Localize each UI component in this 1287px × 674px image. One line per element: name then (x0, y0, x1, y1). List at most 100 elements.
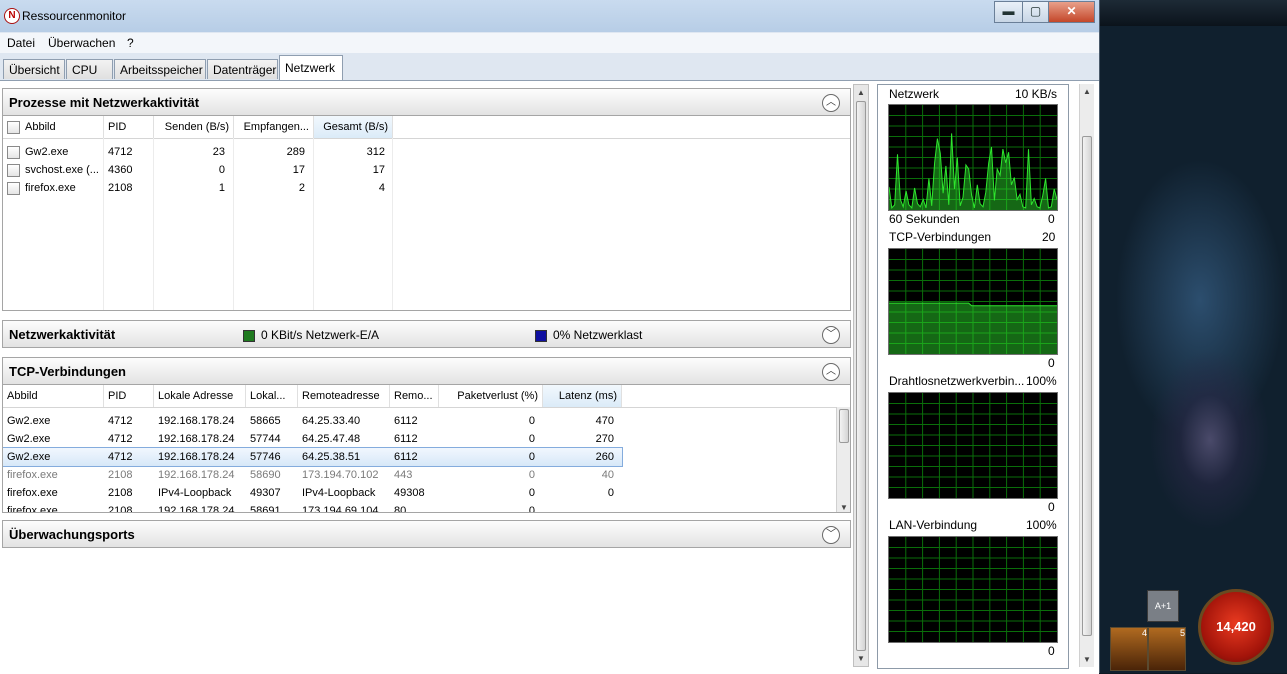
col-empfangen[interactable]: Empfangen... (234, 116, 314, 138)
processes-section-header[interactable]: Prozesse mit Netzwerkaktivität ︿ (2, 88, 851, 116)
col-abbild[interactable]: Abbild (3, 116, 104, 138)
scroll-up-icon[interactable]: ▲ (1080, 87, 1094, 96)
menu-bar: Datei Überwachen ? (0, 33, 1099, 53)
tab-uebersicht[interactable]: Übersicht (3, 59, 65, 79)
select-all-checkbox[interactable] (7, 120, 20, 134)
chart-network-min: 0 (1048, 212, 1055, 226)
skill-slot[interactable]: 5 (1148, 627, 1186, 671)
chevron-up-icon[interactable]: ︿ (822, 363, 840, 381)
charts-panel: Netzwerk 10 KB/s 60 Sekunden 0 TCP-Verbi… (877, 84, 1069, 669)
table-row[interactable]: firefox.exe 2108 IPv4-Loopback 49307 IPv… (3, 484, 850, 502)
scroll-up-icon[interactable]: ▲ (854, 88, 868, 97)
tcp-series-area (889, 303, 1057, 354)
table-row[interactable]: svchost.exe (... 4360 0 17 17 (3, 161, 850, 179)
tcp-table: Abbild PID Lokale Adresse Lokal... Remot… (2, 385, 851, 513)
table-row[interactable]: Gw2.exe 4712 192.168.178.24 58665 64.25.… (3, 412, 850, 430)
network-activity-section-header[interactable]: Netzwerkaktivität 0 KBit/s Netzwerk-E/A … (2, 320, 851, 348)
processes-section-title: Prozesse mit Netzwerkaktivität (9, 95, 200, 110)
table-row[interactable]: Gw2.exe 4712 192.168.178.24 57744 64.25.… (3, 430, 850, 448)
table-row-selected[interactable]: Gw2.exe 4712 192.168.178.24 57746 64.25.… (3, 447, 623, 467)
tcp-chart-svg (889, 249, 1057, 354)
menu-ueberwachen[interactable]: Überwachen (48, 36, 115, 50)
tab-arbeitsspeicher[interactable]: Arbeitsspeicher (114, 59, 206, 79)
charts-scrollbar[interactable]: ▲ ▼ (1079, 84, 1094, 667)
col-senden[interactable]: Senden (B/s) (154, 116, 234, 138)
network-load-swatch (535, 329, 547, 342)
chart-tcp-min: 0 (1048, 356, 1055, 370)
tcp-table-scrollbar[interactable]: ▲ ▼ (836, 407, 850, 512)
chevron-up-icon[interactable]: ︿ (822, 94, 840, 112)
main-scrollbar[interactable]: ▲ ▼ (853, 84, 869, 667)
chart-wireless (888, 392, 1058, 499)
tab-strip: Übersicht CPU Arbeitsspeicher Datenträge… (0, 54, 1099, 80)
chart-lan-max: 100% (1026, 518, 1057, 532)
chevron-down-icon[interactable]: ﹀ (822, 526, 840, 544)
col-abbild[interactable]: Abbild (3, 385, 104, 407)
resource-monitor-window: N Ressourcenmonitor ▬ ▢ ✕ Datei Überwach… (0, 0, 1100, 674)
col-remoteadresse[interactable]: Remoteadresse (298, 385, 390, 407)
network-io-swatch (243, 329, 255, 342)
col-latenz[interactable]: Latenz (ms) (543, 385, 622, 407)
tcp-section-header[interactable]: TCP-Verbindungen ︿ (2, 357, 851, 385)
skill-slot[interactable]: 4 (1110, 627, 1148, 671)
row-checkbox[interactable] (7, 145, 20, 159)
wireless-chart-svg (889, 393, 1057, 498)
chart-wireless-min: 0 (1048, 500, 1055, 514)
scrollbar-thumb[interactable] (839, 409, 849, 443)
col-pid[interactable]: PID (104, 116, 154, 138)
window-title: Ressourcenmonitor (22, 9, 127, 23)
close-button[interactable]: ✕ (1048, 1, 1095, 23)
table-row[interactable]: firefox.exe 2108 192.168.178.24 58690 17… (3, 466, 850, 484)
col-paketverlust[interactable]: Paketverlust (%) (439, 385, 543, 407)
lan-chart-svg (889, 537, 1057, 642)
col-lokale-adresse[interactable]: Lokale Adresse (154, 385, 246, 407)
col-gesamt[interactable]: Gesamt (B/s) (314, 116, 393, 138)
processes-table: Abbild PID Senden (B/s) Empfangen... Ges… (2, 116, 851, 311)
scroll-down-icon[interactable]: ▼ (837, 503, 850, 512)
maximize-button[interactable]: ▢ (1022, 1, 1049, 23)
tab-cpu[interactable]: CPU (66, 59, 113, 79)
monitor-ports-section-header[interactable]: Überwachungsports ﹀ (2, 520, 851, 548)
col-remote-port[interactable]: Remo... (390, 385, 439, 407)
col-pid[interactable]: PID (104, 385, 154, 407)
scrollbar-thumb[interactable] (1082, 136, 1092, 636)
chart-network (888, 104, 1058, 211)
tcp-section-title: TCP-Verbindungen (9, 364, 126, 379)
chart-wireless-max: 100% (1026, 374, 1057, 388)
network-activity-title: Netzwerkaktivität (9, 327, 116, 342)
tab-netzwerk[interactable]: Netzwerk (279, 55, 343, 80)
table-row[interactable]: Gw2.exe 4712 23 289 312 (3, 143, 850, 161)
chart-lan-min: 0 (1048, 644, 1055, 658)
chart-network-xlabel: 60 Sekunden (889, 212, 960, 226)
chart-lan-label: LAN-Verbindung (889, 518, 978, 532)
network-io-legend: 0 KBit/s Netzwerk-E/A (243, 328, 379, 342)
minimize-button[interactable]: ▬ (994, 1, 1023, 23)
col-lokal-port[interactable]: Lokal... (246, 385, 298, 407)
chart-wireless-label: Drahtlosnetzwerkverbin... (889, 374, 1025, 388)
menu-help[interactable]: ? (127, 36, 134, 50)
scroll-down-icon[interactable]: ▼ (854, 654, 868, 663)
health-orb: 14,420 (1198, 589, 1274, 665)
desktop-background (1100, 0, 1287, 673)
network-chart-svg (888, 105, 1058, 210)
chart-tcp-label: TCP-Verbindungen (889, 230, 992, 244)
chart-network-max: 10 KB/s (1015, 87, 1058, 101)
menu-datei[interactable]: Datei (7, 36, 35, 50)
processes-table-header: Abbild PID Senden (B/s) Empfangen... Ges… (3, 116, 850, 139)
title-bar[interactable]: N Ressourcenmonitor ▬ ▢ ✕ (0, 0, 1099, 32)
scrollbar-thumb[interactable] (856, 101, 866, 651)
tab-datentraeger[interactable]: Datenträger (207, 59, 278, 79)
table-row[interactable]: firefox.exe 2108 192.168.178.24 58691 17… (3, 502, 850, 512)
resource-monitor-icon: N (4, 8, 20, 24)
chart-tcp-max: 20 (1042, 230, 1056, 244)
network-load-legend: 0% Netzwerklast (535, 328, 642, 342)
chevron-down-icon[interactable]: ﹀ (822, 326, 840, 344)
row-checkbox[interactable] (7, 181, 20, 195)
table-row[interactable]: firefox.exe 2108 1 2 4 (3, 179, 850, 197)
tcp-table-header: Abbild PID Lokale Adresse Lokal... Remot… (3, 385, 850, 408)
skill-slot[interactable]: A+1 (1147, 590, 1179, 622)
row-checkbox[interactable] (7, 163, 20, 177)
scroll-down-icon[interactable]: ▼ (1080, 655, 1094, 664)
chart-tcp (888, 248, 1058, 355)
chart-network-label: Netzwerk (889, 87, 940, 101)
